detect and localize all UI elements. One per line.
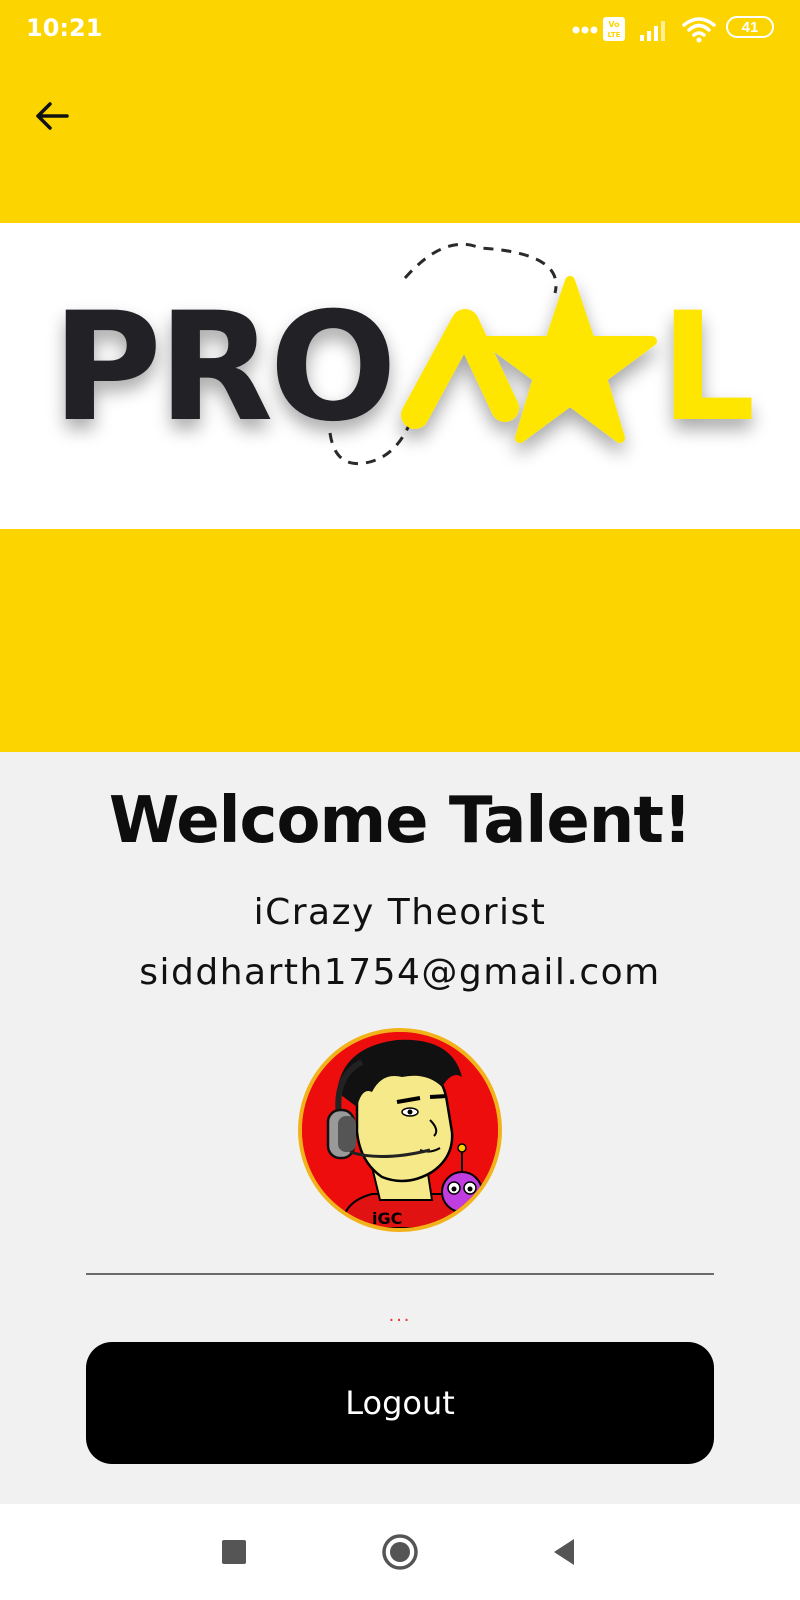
svg-text:Vo: Vo <box>608 20 620 29</box>
loading-indicator: ... <box>388 1304 412 1326</box>
yellow-band <box>0 529 800 752</box>
user-email: siddharth1754@gmail.com <box>139 952 661 993</box>
home-button[interactable] <box>376 1528 424 1576</box>
svg-text:iGC: iGC <box>372 1209 402 1228</box>
logo-text-dark: PRO <box>52 281 393 455</box>
app-bar <box>0 60 800 223</box>
logo-text-yellow: L <box>660 281 756 455</box>
signal-icon <box>640 21 665 41</box>
logout-label: Logout <box>345 1384 455 1422</box>
back-triangle-icon <box>554 1539 574 1565</box>
svg-text:LTE: LTE <box>608 31 621 39</box>
system-back-button[interactable] <box>540 1528 588 1576</box>
more-dots-icon <box>572 26 598 34</box>
arrow-back-icon <box>36 102 69 130</box>
status-bar: 10:21 Vo LTE 41 <box>0 0 800 60</box>
user-name: iCrazy Theorist <box>253 892 547 933</box>
battery-icon: 41 <box>726 16 774 38</box>
recents-button[interactable] <box>210 1528 258 1576</box>
logout-button[interactable]: Logout <box>86 1342 714 1464</box>
avatar-illustration: iGC <box>302 1032 498 1228</box>
recents-square-icon <box>222 1540 246 1564</box>
profile-content: Welcome Talent! iCrazy Theorist siddhart… <box>0 752 800 1504</box>
divider <box>86 1273 714 1275</box>
protool-logo: PRO L <box>52 242 756 466</box>
home-circle-icon <box>382 1534 418 1570</box>
volte-icon: Vo LTE <box>603 17 625 41</box>
logo-banner: PRO L <box>0 223 800 529</box>
navigation-bar <box>0 1504 800 1600</box>
status-time: 10:21 <box>26 14 103 42</box>
battery-level: 41 <box>741 18 759 36</box>
back-button[interactable] <box>24 88 80 144</box>
welcome-title: Welcome Talent! <box>108 784 692 858</box>
avatar: iGC <box>298 1028 502 1232</box>
wifi-icon <box>682 17 716 43</box>
